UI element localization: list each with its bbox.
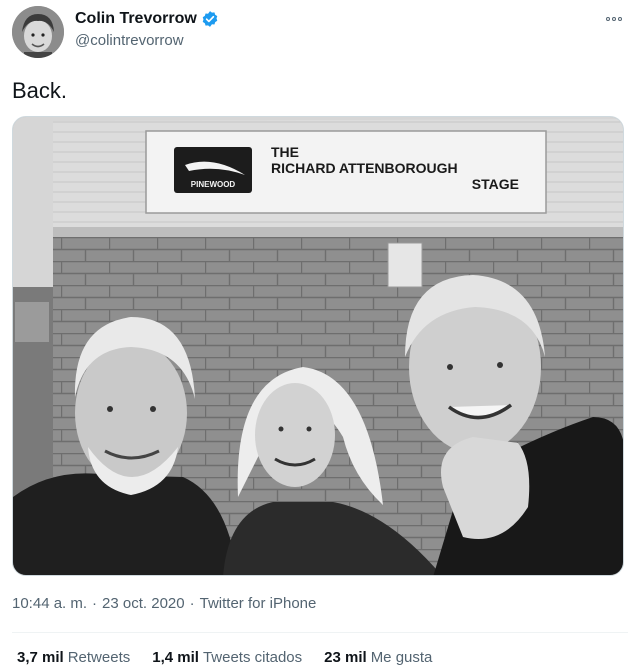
avatar[interactable] — [12, 6, 64, 58]
tweet-date[interactable]: 23 oct. 2020 — [102, 595, 185, 612]
likes-label: Me gusta — [370, 649, 433, 666]
display-name[interactable]: Colin Trevorrow — [75, 10, 197, 28]
tweet-time[interactable]: 10:44 a. m. — [12, 595, 87, 612]
divider — [12, 632, 628, 633]
stage-sign: PINEWOOD THE RICHARD ATTENBOROUGH STAGE — [145, 130, 547, 214]
retweets-count: 3,7 mil — [17, 649, 64, 666]
likes-count: 23 mil — [324, 649, 367, 666]
sign-brand: PINEWOOD — [191, 180, 236, 189]
quote-tweets-count: 1,4 mil — [152, 649, 199, 666]
tweet-source[interactable]: Twitter for iPhone — [200, 595, 317, 612]
meta-separator: · — [92, 595, 98, 612]
likes-stat[interactable]: 23 mil Me gusta — [324, 649, 432, 666]
meta-separator: · — [189, 595, 195, 612]
tweet-photo[interactable]: PINEWOOD THE RICHARD ATTENBOROUGH STAGE — [12, 116, 624, 576]
tweet-text: Back. — [12, 78, 68, 103]
quote-tweets-stat[interactable]: 1,4 mil Tweets citados — [152, 649, 302, 666]
engagement-stats: 3,7 mil Retweets 1,4 mil Tweets citados … — [17, 649, 432, 666]
verified-badge-icon — [201, 10, 219, 28]
tweet-meta: 10:44 a. m. · 23 oct. 2020 · Twitter for… — [12, 595, 316, 612]
more-options-icon[interactable] — [602, 10, 626, 28]
retweets-stat[interactable]: 3,7 mil Retweets — [17, 649, 130, 666]
quote-tweets-label: Tweets citados — [202, 649, 303, 666]
sign-line-3: STAGE — [472, 176, 519, 192]
user-handle[interactable]: @colintrevorrow — [75, 32, 184, 49]
name-row: Colin Trevorrow — [75, 10, 219, 28]
sign-line-1: THE — [271, 144, 299, 160]
tweet-header: Colin Trevorrow @colintrevorrow — [12, 4, 628, 60]
sign-line-2: RICHARD ATTENBOROUGH — [271, 160, 458, 176]
retweets-label: Retweets — [67, 649, 131, 666]
